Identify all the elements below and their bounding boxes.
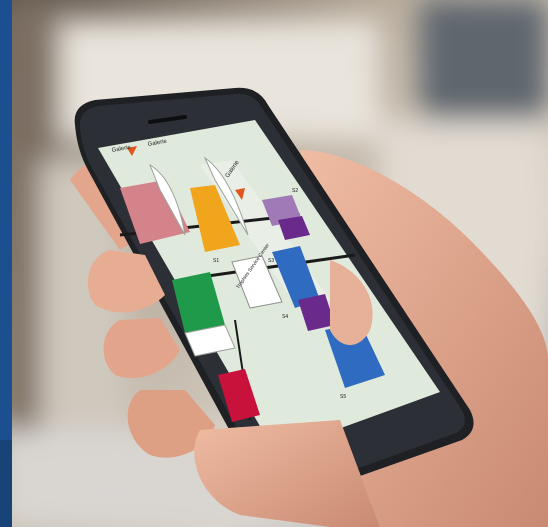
photo-scene: Trophies Service Center Galerie Galerie … — [0, 0, 548, 527]
frame-bottom-left-block — [0, 440, 12, 527]
stall-number: S4 — [282, 314, 288, 320]
stall-number: S2 — [292, 188, 298, 194]
stall-number: S5 — [340, 394, 346, 400]
stall-number: S3 — [268, 258, 274, 264]
stall-number: S1 — [213, 258, 219, 264]
